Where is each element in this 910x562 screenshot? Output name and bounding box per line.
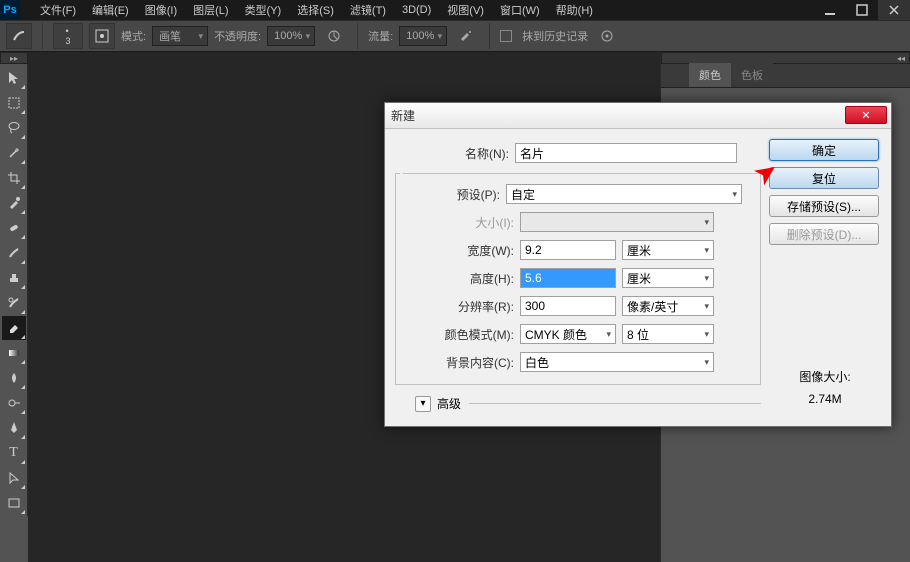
bit-depth-select[interactable]: 8 位	[622, 324, 714, 344]
advanced-label: 高级	[437, 395, 461, 412]
type-tool[interactable]: T	[2, 441, 26, 465]
history-label: 抹到历史记录	[522, 28, 588, 44]
size-label: 大小(I):	[400, 214, 520, 231]
reset-button[interactable]: 复位	[769, 167, 879, 189]
opacity-select[interactable]: 100%	[267, 26, 315, 46]
preset-select[interactable]: 自定	[506, 184, 742, 204]
opacity-label: 不透明度:	[214, 28, 261, 44]
new-document-dialog: 新建 ✕ 名称(N): . 预设(P): 自定 大小(I): 宽度(W):	[384, 102, 892, 427]
shape-tool[interactable]	[2, 491, 26, 515]
size-select	[520, 212, 714, 232]
lasso-tool[interactable]	[2, 116, 26, 140]
mode-select[interactable]: 画笔	[152, 26, 208, 46]
flow-select[interactable]: 100%	[399, 26, 447, 46]
toolbox-handle[interactable]: ▸▸	[0, 52, 28, 64]
menu-file[interactable]: 文件(F)	[32, 0, 84, 20]
height-input[interactable]	[520, 268, 616, 288]
eraser-tool[interactable]	[2, 316, 26, 340]
history-brush-tool[interactable]	[2, 291, 26, 315]
dodge-tool[interactable]	[2, 391, 26, 415]
height-unit-select[interactable]: 厘米	[622, 268, 714, 288]
tab-swatches[interactable]: 色板	[731, 63, 773, 87]
image-size-label: 图像大小:	[769, 367, 881, 389]
pressure-opacity-icon[interactable]	[321, 23, 347, 49]
maximize-button[interactable]	[846, 0, 878, 20]
menu-help[interactable]: 帮助(H)	[548, 0, 601, 20]
width-label: 宽度(W):	[400, 242, 520, 259]
name-input[interactable]	[515, 143, 737, 163]
menu-select[interactable]: 选择(S)	[289, 0, 342, 20]
app-logo: Ps	[0, 0, 20, 20]
menu-edit[interactable]: 编辑(E)	[84, 0, 137, 20]
name-label: 名称(N):	[395, 145, 515, 162]
menu-3d[interactable]: 3D(D)	[394, 0, 439, 20]
width-unit-select[interactable]: 厘米	[622, 240, 714, 260]
menu-view[interactable]: 视图(V)	[439, 0, 492, 20]
menu-type[interactable]: 类型(Y)	[237, 0, 290, 20]
wand-tool[interactable]	[2, 141, 26, 165]
save-preset-button[interactable]: 存储预设(S)...	[769, 195, 879, 217]
width-input[interactable]	[520, 240, 616, 260]
dialog-close-button[interactable]: ✕	[845, 106, 887, 124]
menu-window[interactable]: 窗口(W)	[492, 0, 548, 20]
background-select[interactable]: 白色	[520, 352, 714, 372]
advanced-toggle[interactable]: ▾	[415, 396, 431, 412]
toolbox: T	[0, 64, 28, 516]
options-bar: •3 模式: 画笔 不透明度: 100% 流量: 100% 抹到历史记录	[0, 20, 910, 52]
resolution-input[interactable]	[520, 296, 616, 316]
title-bar: Ps 文件(F) 编辑(E) 图像(I) 图层(L) 类型(Y) 选择(S) 滤…	[0, 0, 910, 20]
gradient-tool[interactable]	[2, 341, 26, 365]
stamp-tool[interactable]	[2, 266, 26, 290]
brush-size-picker[interactable]: •3	[53, 23, 83, 49]
image-size-value: 2.74M	[769, 389, 881, 411]
move-tool[interactable]	[2, 66, 26, 90]
healing-tool[interactable]	[2, 216, 26, 240]
tab-color[interactable]: 颜色	[689, 63, 731, 87]
flow-label: 流量:	[368, 28, 393, 44]
crop-tool[interactable]	[2, 166, 26, 190]
minimize-button[interactable]	[814, 0, 846, 20]
resolution-unit-select[interactable]: 像素/英寸	[622, 296, 714, 316]
delete-preset-button: 删除预设(D)...	[769, 223, 879, 245]
mode-label: 模式:	[121, 28, 146, 44]
app-close-button[interactable]	[878, 0, 910, 20]
brush-tool[interactable]	[2, 241, 26, 265]
menu-filter[interactable]: 滤镜(T)	[342, 0, 394, 20]
brush-panel-toggle[interactable]	[89, 23, 115, 49]
tool-preset-icon[interactable]	[6, 23, 32, 49]
airbrush-icon[interactable]	[453, 23, 479, 49]
height-label: 高度(H):	[400, 270, 520, 287]
color-mode-label: 颜色模式(M):	[400, 326, 520, 343]
marquee-tool[interactable]	[2, 91, 26, 115]
pen-tool[interactable]	[2, 416, 26, 440]
blur-tool[interactable]	[2, 366, 26, 390]
resolution-label: 分辨率(R):	[400, 298, 520, 315]
preset-label: 预设(P):	[400, 186, 506, 203]
history-checkbox[interactable]	[500, 30, 512, 42]
dialog-title: 新建	[385, 103, 891, 129]
color-mode-select[interactable]: CMYK 颜色	[520, 324, 616, 344]
ok-button[interactable]: 确定	[769, 139, 879, 161]
menu-image[interactable]: 图像(I)	[137, 0, 185, 20]
eyedropper-tool[interactable]	[2, 191, 26, 215]
pressure-size-icon[interactable]	[594, 23, 620, 49]
menu-layer[interactable]: 图层(L)	[185, 0, 236, 20]
background-label: 背景内容(C):	[400, 354, 520, 371]
path-select-tool[interactable]	[2, 466, 26, 490]
